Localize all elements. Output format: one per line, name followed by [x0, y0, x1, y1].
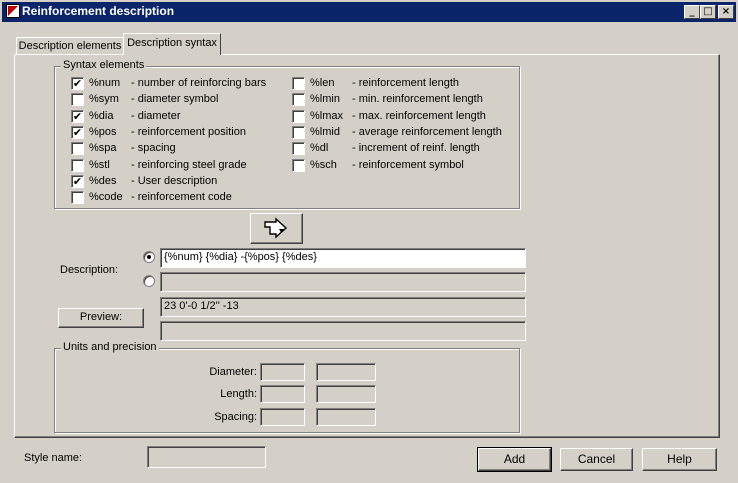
checkbox-sch[interactable] [292, 159, 305, 172]
units-group-label: Units and precision [61, 341, 159, 353]
tab-description-elements[interactable]: Description elements [16, 37, 124, 55]
add-button[interactable]: Add [477, 447, 552, 472]
help-button[interactable]: Help [642, 448, 717, 471]
checkbox-des[interactable]: ✔ [71, 175, 84, 188]
syntax-desc-sch: - reinforcement symbol [352, 159, 464, 171]
syntax-group-label: Syntax elements [61, 59, 147, 71]
syntax-code-lmax: %lmax [310, 110, 344, 122]
diameter-label: Diameter: [209, 366, 257, 378]
checkbox-pos[interactable]: ✔ [71, 126, 84, 139]
app-logo-icon [6, 4, 20, 18]
syntax-code-dl: %dl [310, 142, 329, 154]
description-line2-radio[interactable] [143, 275, 155, 287]
spacing-precision-field[interactable] [316, 408, 376, 426]
syntax-code-lmin: %lmin [310, 93, 340, 105]
syntax-desc-pos: - reinforcement position [131, 126, 246, 138]
syntax-code-sym: %sym [89, 93, 119, 105]
checkbox-lmid[interactable] [292, 126, 305, 139]
syntax-code-len: %len [310, 77, 335, 89]
syntax-code-num: %num [89, 77, 121, 89]
syntax-desc-des: - User description [131, 175, 218, 187]
syntax-desc-lmax: - max. reinforcement length [352, 110, 486, 122]
syntax-code-code: %code [89, 191, 123, 203]
syntax-desc-dia: - diameter [131, 110, 181, 122]
syntax-code-spa: %spa [89, 142, 117, 154]
checkbox-sym[interactable] [71, 93, 84, 106]
diameter-precision-field[interactable] [316, 363, 376, 381]
diameter-unit-field[interactable] [260, 363, 305, 381]
insert-syntax-button[interactable] [250, 213, 303, 244]
checkbox-code[interactable] [71, 191, 84, 204]
tab-description-syntax[interactable]: Description syntax [123, 33, 221, 55]
length-precision-field[interactable] [316, 385, 376, 403]
cancel-button[interactable]: Cancel [560, 448, 633, 471]
syntax-desc-len: - reinforcement length [352, 77, 459, 89]
length-label: Length: [220, 388, 257, 400]
syntax-code-dia: %dia [89, 110, 114, 122]
description-label: Description: [60, 264, 119, 276]
title-bar: Reinforcement description _ □ × [0, 0, 738, 22]
checkbox-spa[interactable] [71, 142, 84, 155]
syntax-code-pos: %pos [89, 126, 117, 138]
syntax-desc-sym: - diameter symbol [131, 93, 219, 105]
spacing-unit-field[interactable] [260, 408, 305, 426]
maximize-button[interactable]: □ [700, 5, 716, 19]
style-name-input[interactable] [147, 446, 266, 468]
checkbox-dl[interactable] [292, 142, 305, 155]
description-line1-radio[interactable] [143, 251, 155, 263]
syntax-desc-code: - reinforcement code [131, 191, 232, 203]
style-name-label: Style name: [24, 452, 83, 464]
window-title: Reinforcement description [22, 4, 175, 18]
syntax-desc-dl: - increment of reinf. length [352, 142, 480, 154]
minimize-button[interactable]: _ [684, 5, 700, 19]
checkbox-lmax[interactable] [292, 110, 305, 123]
syntax-code-sch: %sch [310, 159, 337, 171]
checkbox-lmin[interactable] [292, 93, 305, 106]
description-line2-input[interactable] [160, 272, 526, 292]
syntax-desc-num: - number of reinforcing bars [131, 77, 267, 89]
syntax-desc-lmin: - min. reinforcement length [352, 93, 483, 105]
checkbox-num[interactable]: ✔ [71, 77, 84, 90]
insert-arrow-icon [263, 217, 287, 239]
description-line1-input[interactable]: {%num} {%dia} -{%pos} {%des} [160, 248, 526, 268]
syntax-desc-spa: - spacing [131, 142, 176, 154]
preview-button[interactable]: Preview: [58, 308, 144, 328]
preview-line1: 23 0'-0 1/2'' -13 [160, 297, 526, 317]
checkbox-stl[interactable] [71, 159, 84, 172]
length-unit-field[interactable] [260, 385, 305, 403]
checkbox-len[interactable] [292, 77, 305, 90]
preview-line2 [160, 321, 526, 341]
spacing-label: Spacing: [214, 411, 257, 423]
close-button[interactable]: × [718, 5, 734, 19]
checkbox-dia[interactable]: ✔ [71, 110, 84, 123]
syntax-code-lmid: %lmid [310, 126, 340, 138]
syntax-desc-lmid: - average reinforcement length [352, 126, 502, 138]
syntax-desc-stl: - reinforcing steel grade [131, 159, 247, 171]
syntax-code-stl: %stl [89, 159, 110, 171]
syntax-code-des: %des [89, 175, 117, 187]
